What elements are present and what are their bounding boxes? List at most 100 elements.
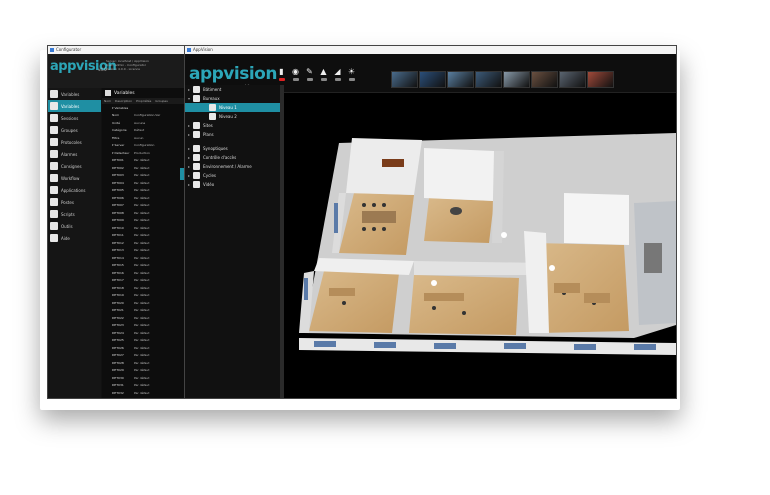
- table-row[interactable]: Nom Configuration.Var: [102, 112, 185, 120]
- expand-arrow-icon[interactable]: ▸: [185, 164, 193, 169]
- appvision-titlebar[interactable]: AppVision: [185, 46, 676, 54]
- toolbar-button-phone[interactable]: ▮: [276, 67, 287, 85]
- expand-arrow-icon[interactable]: ▸: [185, 146, 193, 151]
- nav-item-aide[interactable]: Aide: [48, 232, 101, 244]
- tree-item[interactable]: Niveau 1: [185, 103, 280, 112]
- expand-arrow-icon[interactable]: ▸: [185, 182, 193, 187]
- table-row[interactable]: DET025 Par défaut: [102, 337, 185, 345]
- table-row[interactable]: DET015 Par défaut: [102, 262, 185, 270]
- toolbar-button-bell[interactable]: ▲: [318, 67, 329, 85]
- table-row[interactable]: DET028 Par défaut: [102, 359, 185, 367]
- toolbar-button-clock[interactable]: ◉: [290, 67, 301, 85]
- applications-icon: [50, 186, 58, 194]
- sessions-icon: [50, 114, 58, 122]
- table-row[interactable]: DET029 Par défaut: [102, 367, 185, 375]
- table-row[interactable]: DET010 Par défaut: [102, 224, 185, 232]
- nav-item-variables[interactable]: Variables: [48, 100, 101, 112]
- table-row[interactable]: DET017 Par défaut: [102, 277, 185, 285]
- nav-item-postes[interactable]: Postes: [48, 196, 101, 208]
- configurator-titlebar[interactable]: Configurator: [48, 46, 185, 54]
- table-row[interactable]: DET009 Par défaut: [102, 217, 185, 225]
- tree-item[interactable]: ▸ Contrôle d'accès: [185, 153, 280, 162]
- row-name: DET026: [112, 345, 124, 350]
- nav-item-protocoles[interactable]: Protocoles: [48, 136, 101, 148]
- table-row[interactable]: DET026 Par défaut: [102, 344, 185, 352]
- camera-thumbnail[interactable]: [419, 71, 446, 88]
- nav-item-applications[interactable]: Applications: [48, 184, 101, 196]
- nav-item-consignes[interactable]: Consignes: [48, 160, 101, 172]
- camera-thumbnail[interactable]: [475, 71, 502, 88]
- nav-item-outils[interactable]: Outils: [48, 220, 101, 232]
- table-row[interactable]: DET011 Par défaut: [102, 232, 185, 240]
- table-row[interactable]: DET031 Par défaut: [102, 382, 185, 390]
- nav-item-alarmes[interactable]: Alarmes: [48, 148, 101, 160]
- expand-arrow-icon[interactable]: ▸: [185, 173, 193, 178]
- expand-arrow-icon[interactable]: ▸: [185, 87, 193, 92]
- tree-item[interactable]: ▸ Sites: [185, 121, 280, 130]
- toolbar-button-light[interactable]: ☀: [346, 67, 357, 85]
- table-row[interactable]: DET002 Par défaut: [102, 164, 185, 172]
- table-row[interactable]: DET014 Par défaut: [102, 254, 185, 262]
- panel-tab[interactable]: Description: [113, 98, 134, 104]
- expand-arrow-icon[interactable]: ▸: [185, 132, 193, 137]
- tree-item[interactable]: ▸ Vidéo: [185, 180, 280, 189]
- row-name: DET002: [112, 165, 124, 170]
- expand-arrow-icon[interactable]: ▾: [185, 96, 193, 101]
- camera-thumbnail[interactable]: [391, 71, 418, 88]
- table-row[interactable]: DET012 Par défaut: [102, 239, 185, 247]
- table-row[interactable]: ▾ Variables: [102, 104, 185, 112]
- camera-thumbnail[interactable]: [447, 71, 474, 88]
- panel-tab[interactable]: Groupes: [153, 98, 170, 104]
- table-row[interactable]: DET027 Par défaut: [102, 352, 185, 360]
- table-row[interactable]: DET001 Par défaut: [102, 157, 185, 165]
- nav-item-sessions[interactable]: Sessions: [48, 112, 101, 124]
- tree-item[interactable]: ▸ Bâtiment: [185, 85, 280, 94]
- table-row[interactable]: DET013 Par défaut: [102, 247, 185, 255]
- tree-item[interactable]: ▸ Plans: [185, 130, 280, 139]
- table-row[interactable]: Catégorie Défaut: [102, 127, 185, 135]
- table-row[interactable]: DET018 Par défaut: [102, 284, 185, 292]
- toolbar-button-camera[interactable]: ◢: [332, 67, 343, 85]
- tree-item[interactable]: Niveau 2: [185, 112, 280, 121]
- table-row[interactable]: ▾ Server Configuration: [102, 142, 185, 150]
- tree-item[interactable]: ▸ Environnement / Alarme: [185, 162, 280, 171]
- table-row[interactable]: DET033Par défaut: [102, 397, 185, 399]
- table-row[interactable]: DET005 Par défaut: [102, 187, 185, 195]
- table-row[interactable]: DET022 Par défaut: [102, 314, 185, 322]
- table-row[interactable]: DET030 Par défaut: [102, 374, 185, 382]
- table-row[interactable]: DET021 Par défaut: [102, 307, 185, 315]
- camera-thumbnail[interactable]: [559, 71, 586, 88]
- table-row[interactable]: DET016 Par défaut: [102, 269, 185, 277]
- nav-item-scripts[interactable]: Scripts: [48, 208, 101, 220]
- table-row[interactable]: DET007 Par défaut: [102, 202, 185, 210]
- nav-item-groupes[interactable]: Groupes: [48, 124, 101, 136]
- table-row[interactable]: DET032 Par défaut: [102, 389, 185, 397]
- nav-item-workflow[interactable]: Workflow: [48, 172, 101, 184]
- table-row[interactable]: ▾ Detecteur Production: [102, 149, 185, 157]
- floor-plan-view[interactable]: [284, 93, 676, 398]
- tree-item[interactable]: ▸ Cycles: [185, 171, 280, 180]
- tree-item[interactable]: ▾ Bureaux: [185, 94, 280, 103]
- panel-tab[interactable]: Nom: [102, 98, 113, 104]
- floor-plan-3d: [299, 133, 676, 355]
- table-row[interactable]: DET024 Par défaut: [102, 329, 185, 337]
- camera-thumbnail[interactable]: [503, 71, 530, 88]
- toolbar-button-edit[interactable]: ✎: [304, 67, 315, 85]
- table-row[interactable]: DET006 Par défaut: [102, 194, 185, 202]
- camera-thumbnail[interactable]: [587, 71, 614, 88]
- panel-tab[interactable]: Propriétés: [134, 98, 153, 104]
- tree-item[interactable]: ▸ Synoptiques: [185, 144, 280, 153]
- table-row[interactable]: DET004 Par défaut: [102, 179, 185, 187]
- table-row[interactable]: Filtre Aucun: [102, 134, 185, 142]
- camera-thumbnail[interactable]: [531, 71, 558, 88]
- table-row[interactable]: DET008 Par défaut: [102, 209, 185, 217]
- table-row[interactable]: DET003 Par défaut: [102, 172, 185, 180]
- table-row[interactable]: DET019 Par défaut: [102, 292, 185, 300]
- table-row[interactable]: Unité Aucune: [102, 119, 185, 127]
- row-value: Par défaut: [134, 278, 150, 283]
- expand-arrow-icon[interactable]: ▸: [185, 155, 193, 160]
- nav-item-variables[interactable]: Variables: [48, 88, 101, 100]
- expand-arrow-icon[interactable]: ▸: [185, 123, 193, 128]
- table-row[interactable]: DET020 Par défaut: [102, 299, 185, 307]
- table-row[interactable]: DET023 Par défaut: [102, 322, 185, 330]
